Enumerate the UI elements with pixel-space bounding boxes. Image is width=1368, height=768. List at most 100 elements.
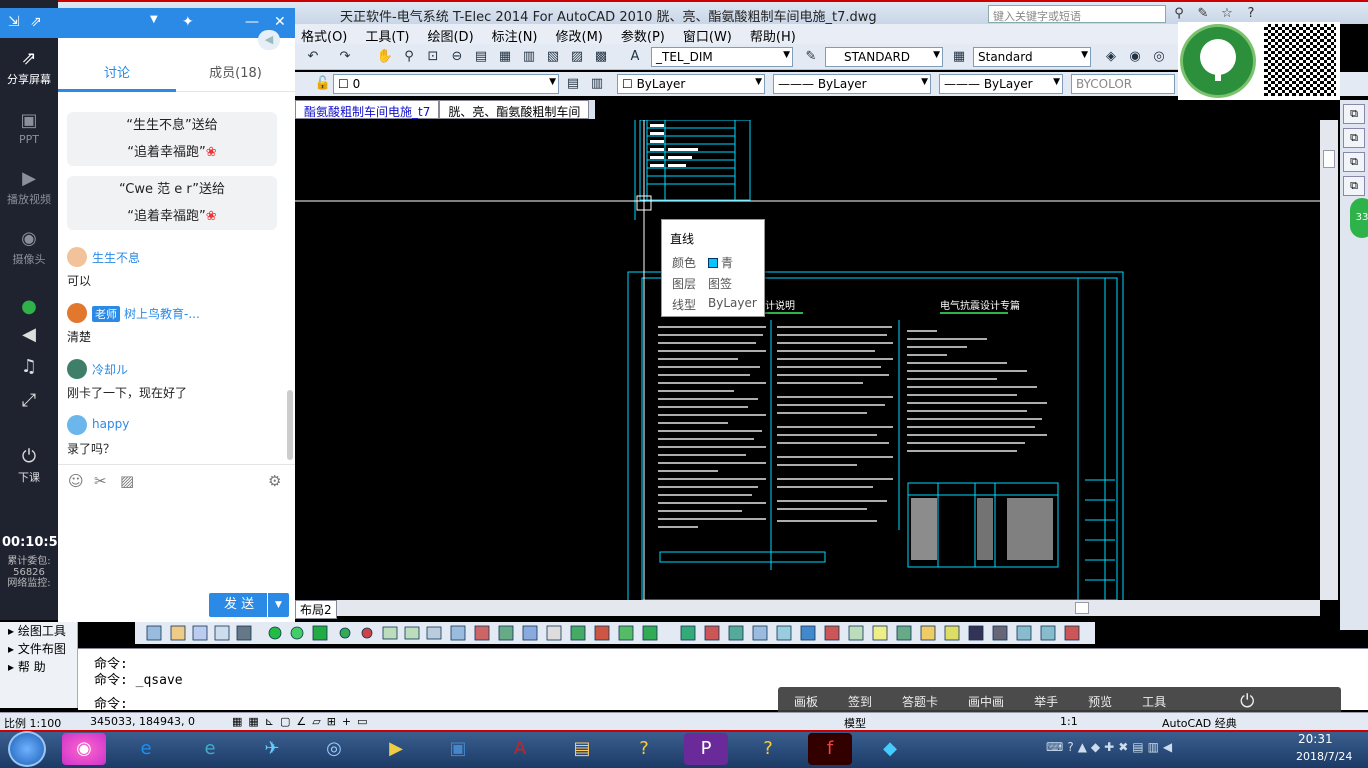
send-button[interactable]: 发 送 ▼ bbox=[209, 593, 289, 617]
3d-icon-3[interactable]: ◎ bbox=[1149, 47, 1169, 67]
pin-icon[interactable]: ✦ bbox=[182, 14, 194, 30]
share-icon[interactable]: ⇗ bbox=[30, 14, 42, 30]
command-input[interactable]: 命令: bbox=[94, 693, 128, 712]
music-icon[interactable]: ♫ bbox=[0, 356, 58, 379]
color-select[interactable]: ☐ ByLayer ▼ bbox=[617, 74, 765, 94]
power-icon[interactable]: ⏻ bbox=[1180, 691, 1268, 712]
announcement-icon[interactable]: ◀ bbox=[258, 30, 280, 50]
image-icon[interactable]: ▨ bbox=[120, 472, 134, 490]
tab-discussion[interactable]: 讨论 bbox=[58, 60, 176, 92]
search-app-icon[interactable]: ◎ bbox=[312, 733, 356, 765]
model-tab[interactable]: 模型 bbox=[844, 715, 866, 731]
avatar[interactable] bbox=[67, 359, 87, 379]
expand-icon[interactable]: ⇲ bbox=[8, 14, 20, 30]
workspace-select[interactable]: AutoCAD 经典 bbox=[1162, 715, 1237, 731]
close-icon[interactable]: ✕ bbox=[274, 14, 286, 30]
settings-icon[interactable]: ⚙ bbox=[268, 472, 281, 490]
play-video-button[interactable]: ▶ 播放视频 bbox=[0, 168, 58, 207]
menu-parametric[interactable]: 参数(P) bbox=[615, 24, 677, 45]
bird-icon[interactable]: ✈ bbox=[250, 733, 294, 765]
send-options-icon[interactable]: ▼ bbox=[267, 593, 289, 617]
menu-tools[interactable]: 工具(T) bbox=[359, 24, 421, 45]
menu-modify[interactable]: 修改(M) bbox=[550, 24, 615, 45]
calculator-icon[interactable]: ▩ bbox=[591, 47, 611, 67]
browser-icon[interactable]: e bbox=[188, 733, 232, 765]
chat-scrollbar[interactable] bbox=[287, 390, 293, 460]
toolbar-icons[interactable] bbox=[135, 622, 1095, 644]
tab-file-1[interactable]: 酯氨酸粗制车间电施_t7 bbox=[295, 100, 440, 119]
text-style-icon[interactable]: A bbox=[625, 47, 645, 67]
window-list-icon[interactable]: ⧉ bbox=[1343, 176, 1365, 196]
linetype-select[interactable]: ——— ByLayer ▼ bbox=[773, 74, 931, 94]
raise-hand-button[interactable]: 举手 bbox=[1018, 693, 1072, 710]
3d-icon-2[interactable]: ◉ bbox=[1125, 47, 1145, 67]
sender-name[interactable]: 老师 树上鸟教育-... bbox=[92, 305, 200, 322]
app-icon-last[interactable]: ◆ bbox=[868, 733, 912, 765]
plotstyle-select[interactable]: BYCOLOR bbox=[1071, 74, 1175, 94]
window-arrange-icon[interactable]: ⧉ bbox=[1343, 152, 1365, 172]
player-icon[interactable]: ▶ bbox=[374, 733, 418, 765]
folder-icon[interactable]: ▤ bbox=[560, 733, 604, 765]
tablestyle-icon[interactable]: ▦ bbox=[949, 47, 969, 67]
avatar[interactable] bbox=[67, 247, 87, 267]
answer-card-button[interactable]: 答题卡 bbox=[886, 693, 952, 710]
lock-icon[interactable]: 🔓 bbox=[313, 74, 333, 94]
window-cascade-icon[interactable]: ⧉ bbox=[1343, 104, 1365, 124]
window-tile-icon[interactable]: ⧉ bbox=[1343, 128, 1365, 148]
tab-file-2[interactable]: 胱、亮、酯氨酸粗制车间 bbox=[439, 100, 590, 119]
preview-button[interactable]: 预览 bbox=[1072, 693, 1126, 710]
menu-help-side[interactable]: ▸ 帮 助 bbox=[0, 658, 77, 676]
emoji-icon[interactable]: ☺ bbox=[68, 472, 84, 490]
design-center-icon[interactable]: ▦ bbox=[495, 47, 515, 67]
textstyle-select[interactable]: STANDARD ▼ bbox=[825, 47, 943, 67]
redo-icon[interactable]: ↷ bbox=[335, 47, 355, 67]
side-badge[interactable]: 33 bbox=[1350, 198, 1368, 238]
zoom-icon[interactable]: ⚲ bbox=[399, 47, 419, 67]
sheet-set-icon[interactable]: ▧ bbox=[543, 47, 563, 67]
app-icon-1[interactable]: ◉ bbox=[62, 733, 106, 765]
263-icon[interactable]: ▣ bbox=[436, 733, 480, 765]
markup-icon[interactable]: ▨ bbox=[567, 47, 587, 67]
lineweight-select[interactable]: ——— ByLayer ▼ bbox=[939, 74, 1063, 94]
ie-icon[interactable]: e bbox=[124, 733, 168, 765]
fullscreen-icon[interactable]: ⤢ bbox=[0, 390, 58, 413]
start-button[interactable] bbox=[8, 731, 46, 767]
search-input[interactable]: 键入关键字或短语 bbox=[988, 5, 1166, 23]
flash-icon[interactable]: f bbox=[808, 733, 852, 765]
autocad-icon[interactable]: A bbox=[498, 733, 542, 765]
scroll-thumb[interactable] bbox=[1323, 150, 1335, 168]
end-class-button[interactable]: ⏻ 下课 bbox=[0, 446, 58, 485]
tools-icon[interactable]: ✎ bbox=[1194, 5, 1212, 23]
speaker-icon[interactable]: ◀ bbox=[0, 324, 58, 347]
zoom-previous-icon[interactable]: ⊖ bbox=[447, 47, 467, 67]
message-input[interactable] bbox=[58, 496, 295, 588]
layer-manager-icon[interactable]: ▤ bbox=[563, 74, 583, 94]
sender-name[interactable]: 冷却ル bbox=[92, 361, 128, 378]
avatar[interactable] bbox=[67, 415, 87, 435]
minimize-icon[interactable]: — bbox=[245, 14, 259, 30]
camera-button[interactable]: ◉ 摄像头 bbox=[0, 228, 58, 267]
menu-format[interactable]: 格式(O) bbox=[295, 24, 359, 45]
tool-palette-icon[interactable]: ▥ bbox=[519, 47, 539, 67]
dropdown-icon[interactable]: ▼ bbox=[150, 14, 158, 25]
dimstyle-icon[interactable]: ✎ bbox=[801, 47, 821, 67]
scale-label[interactable]: 比例 1:100 bbox=[4, 715, 61, 731]
star-icon[interactable]: ☆ bbox=[1218, 5, 1236, 23]
layer-previous-icon[interactable]: ▥ bbox=[587, 74, 607, 94]
pip-button[interactable]: 画中画 bbox=[952, 693, 1018, 710]
drawing-canvas[interactable]: 计说明 电气抗震设计专篇 直线 颜色 青 图层 图签 线型 ByLayer bbox=[295, 120, 1320, 600]
tab-members[interactable]: 成员(18) bbox=[176, 60, 295, 92]
horizontal-scrollbar[interactable] bbox=[295, 600, 1320, 616]
vertical-scrollbar[interactable] bbox=[1320, 120, 1338, 600]
binoculars-icon[interactable]: ⚲ bbox=[1170, 5, 1188, 23]
ppt-button[interactable]: ▣ PPT bbox=[0, 110, 58, 146]
undo-icon[interactable]: ↶ bbox=[303, 47, 323, 67]
scissors-icon[interactable]: ✂ bbox=[94, 472, 107, 490]
annotation-scale[interactable]: 1:1 bbox=[1060, 715, 1078, 728]
tab-layout2[interactable]: 布局2 bbox=[295, 600, 337, 619]
signin-button[interactable]: 签到 bbox=[832, 693, 886, 710]
tablestyle-select[interactable]: Standard ▼ bbox=[973, 47, 1091, 67]
sender-name[interactable]: 生生不息 bbox=[92, 249, 140, 266]
help-icon[interactable]: ? bbox=[1242, 5, 1260, 23]
share-screen-button[interactable]: ⇗ 分享屏幕 bbox=[0, 48, 58, 87]
